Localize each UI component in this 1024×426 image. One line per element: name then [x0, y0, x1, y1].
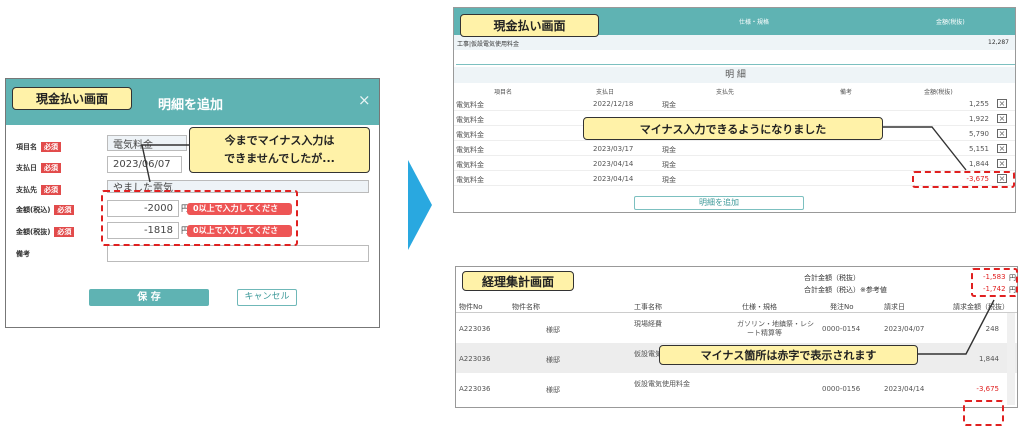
note-callout-red: マイナス箇所は赤字で表示されます	[659, 345, 918, 365]
